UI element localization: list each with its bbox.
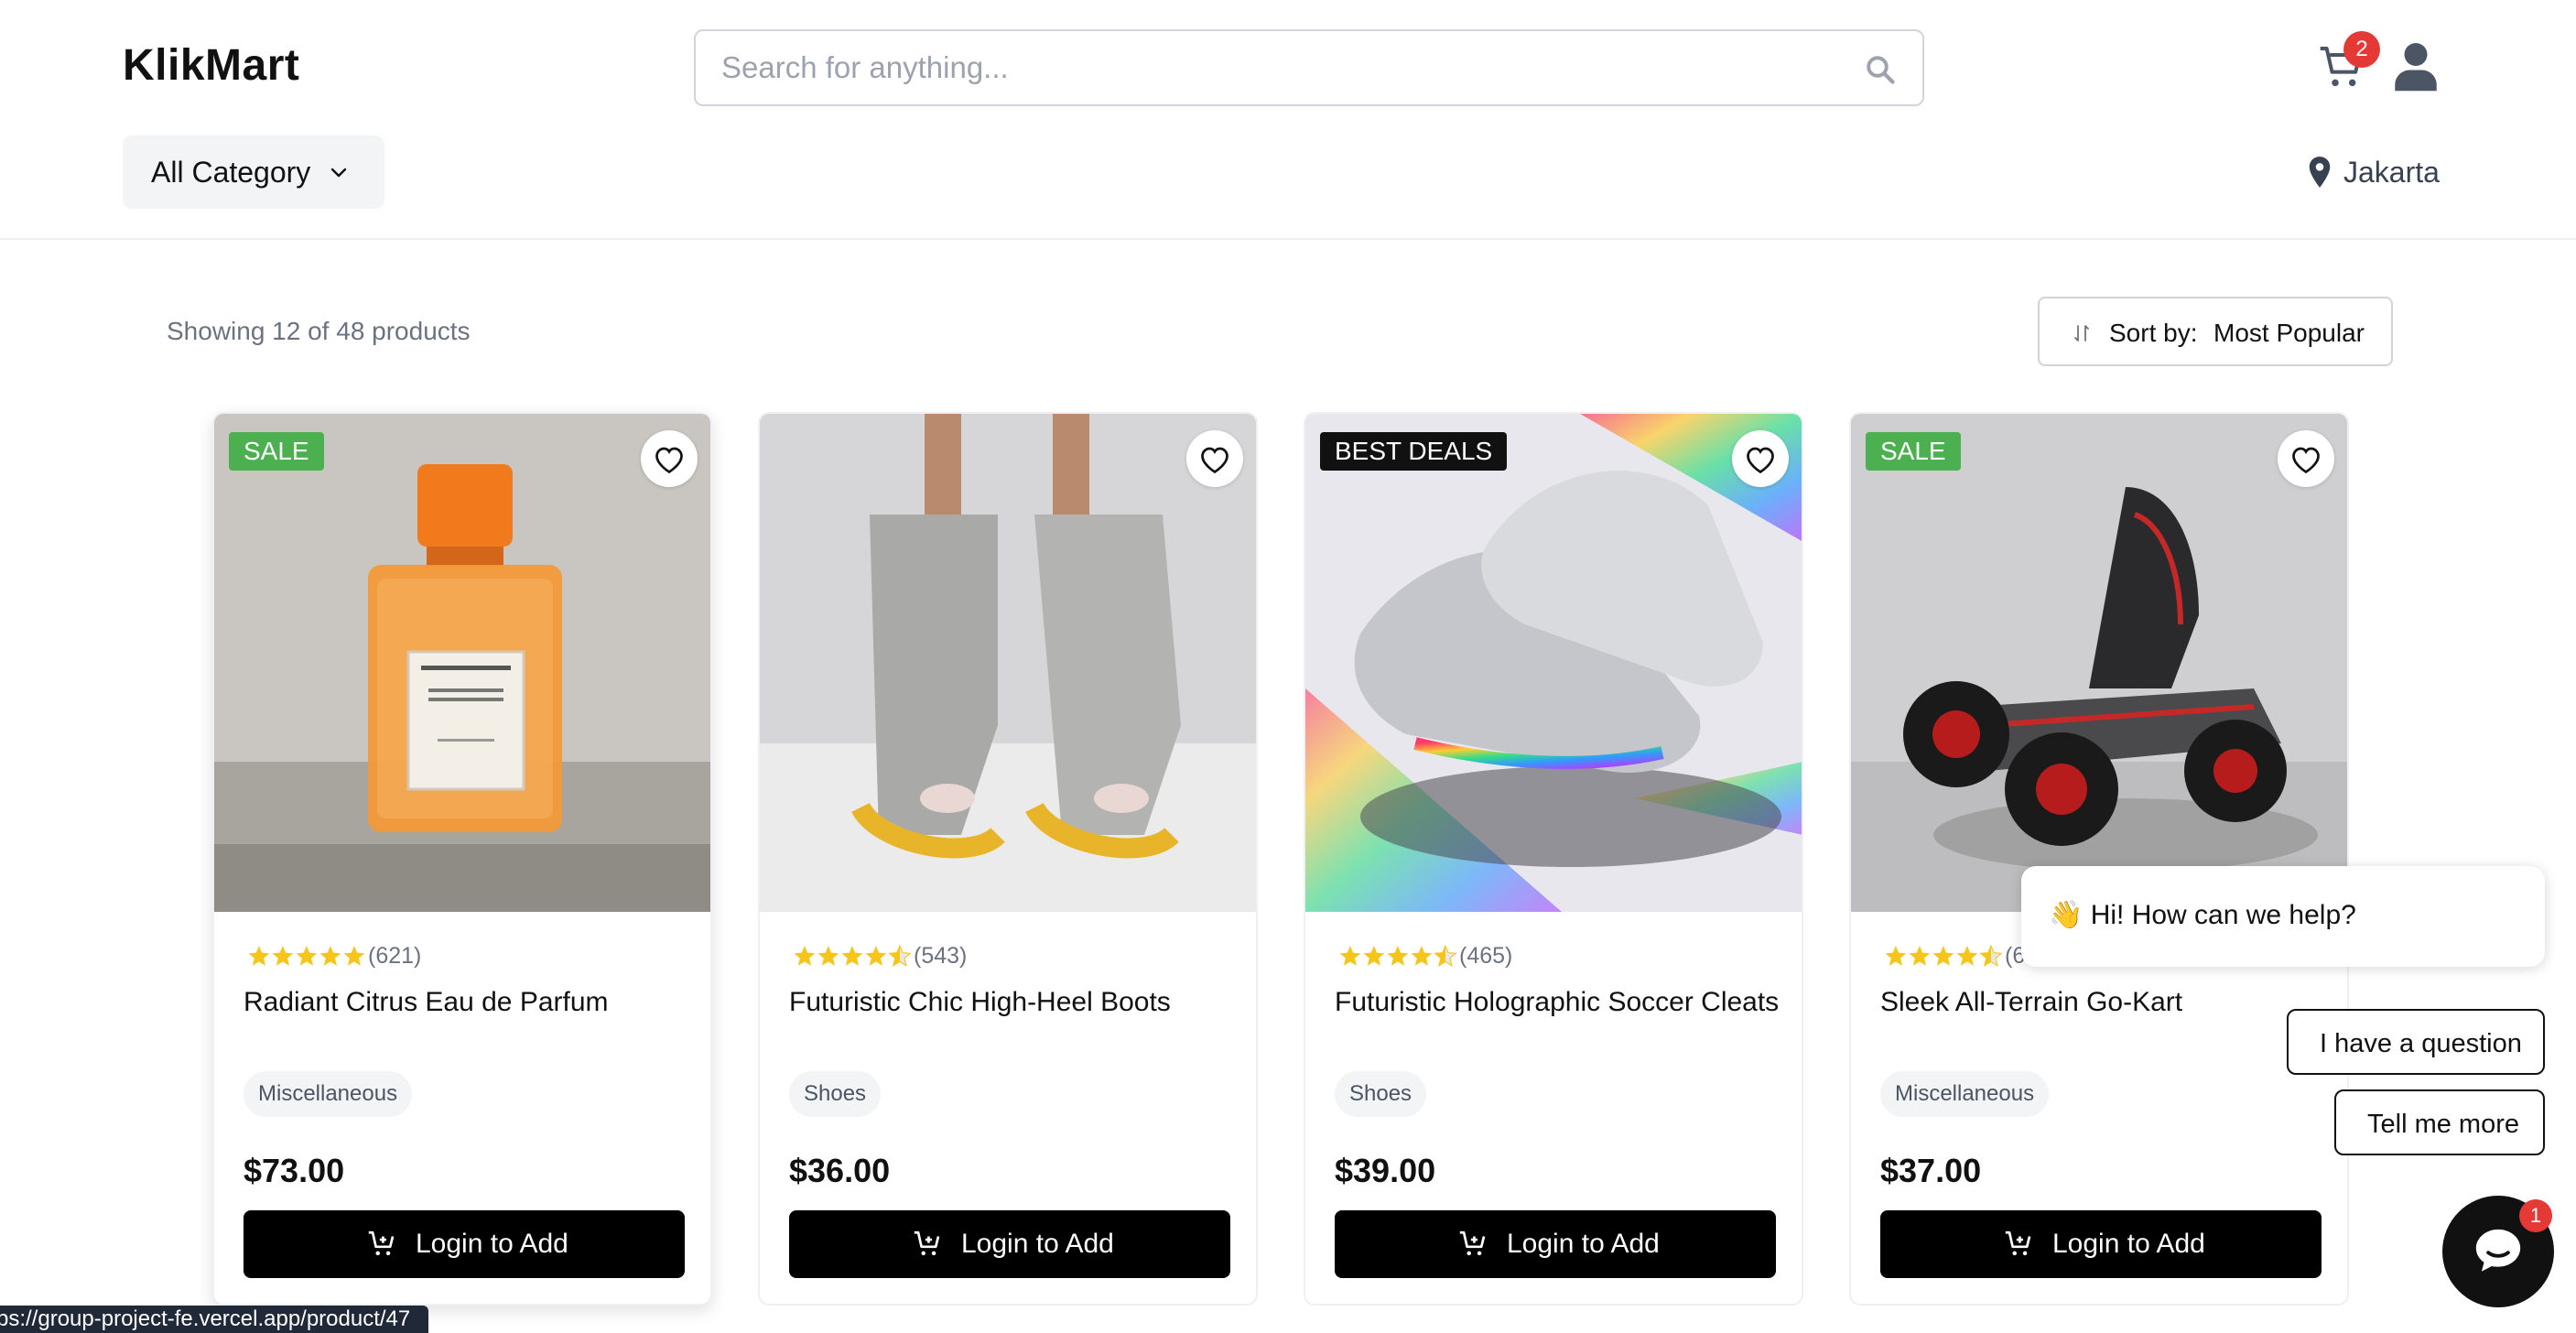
product-name[interactable]: Futuristic Chic High-Heel Boots — [789, 987, 1171, 1018]
product-category-tag: Shoes — [789, 1071, 882, 1117]
wishlist-button[interactable] — [1732, 430, 1789, 487]
location-label: Jakarta — [2343, 156, 2440, 189]
review-count: (465) — [1459, 943, 1513, 969]
login-to-add-button[interactable]: Login to Add — [244, 1210, 685, 1278]
location-pin-icon — [2309, 157, 2331, 188]
product-name[interactable]: Sleek All-Terrain Go-Kart — [1880, 987, 2182, 1018]
product-price: $39.00 — [1335, 1152, 1436, 1189]
product-category-tag: Miscellaneous — [1880, 1071, 2050, 1117]
product-card[interactable]: (543) Futuristic Chic High-Heel Boots Sh… — [758, 412, 1258, 1306]
login-to-add-label: Login to Add — [416, 1229, 568, 1259]
product-price: $37.00 — [1880, 1152, 1982, 1189]
product-image[interactable]: SALE — [1851, 414, 2347, 912]
product-image[interactable]: SALE — [214, 414, 710, 912]
chat-tell-more-button[interactable]: Tell me more — [2334, 1089, 2545, 1155]
product-category-tag: Miscellaneous — [244, 1071, 413, 1117]
best-deals-badge: BEST DEALS — [1320, 432, 1508, 471]
user-icon[interactable] — [2393, 40, 2439, 92]
product-card[interactable]: BEST DEALS (465) Futuristic Holographic … — [1304, 412, 1803, 1306]
chat-question-label: I have a question — [2320, 1029, 2522, 1058]
review-count: (543) — [914, 943, 968, 969]
star-rating-icon — [1885, 945, 2003, 967]
login-to-add-label: Login to Add — [1507, 1229, 1660, 1259]
product-category-tag: Shoes — [1335, 1071, 1427, 1117]
sort-label: Sort by: — [2109, 319, 2198, 347]
product-count-text: Showing 12 of 48 products — [167, 317, 471, 345]
add-to-cart-icon — [368, 1230, 395, 1256]
chat-greeting-bubble: 👋 Hi! How can we help? — [2021, 866, 2545, 967]
login-to-add-label: Login to Add — [2052, 1229, 2205, 1259]
sale-badge: SALE — [229, 432, 324, 471]
category-dropdown[interactable]: All Category — [123, 135, 384, 209]
sale-badge: SALE — [1866, 432, 1961, 471]
product-card[interactable]: SALE (621) Radiant Citrus Eau de Parfum … — [212, 412, 712, 1306]
wishlist-button[interactable] — [1186, 430, 1243, 487]
chat-unread-badge: 1 — [2519, 1199, 2552, 1232]
chat-tell-more-label: Tell me more — [2367, 1110, 2519, 1139]
link-preview-url: ps://group-project-fe.vercel.app/product… — [0, 1306, 411, 1331]
sort-dropdown[interactable]: Sort by: Most Popular — [2038, 297, 2393, 366]
link-preview-status: ps://group-project-fe.vercel.app/product… — [0, 1306, 429, 1333]
chat-greeting-text: 👋 Hi! How can we help? — [2049, 900, 2356, 930]
chat-icon — [2475, 1229, 2521, 1272]
review-count: (621) — [368, 943, 422, 969]
category-dropdown-label: All Category — [151, 156, 311, 189]
product-card[interactable]: SALE (6 Sleek All-Terrain Go-Kart Miscel… — [1849, 412, 2349, 1306]
heart-icon — [1201, 447, 1228, 474]
search-input[interactable] — [721, 31, 1838, 104]
search-icon[interactable] — [1864, 53, 1897, 86]
sort-icon — [2074, 325, 2089, 341]
product-image[interactable] — [760, 414, 1256, 912]
login-to-add-label: Login to Add — [961, 1229, 1114, 1259]
heart-icon — [655, 447, 683, 474]
product-price: $36.00 — [789, 1152, 891, 1189]
login-to-add-button[interactable]: Login to Add — [789, 1210, 1230, 1278]
star-rating-icon — [248, 946, 365, 966]
wishlist-button[interactable] — [641, 430, 698, 487]
cart-count-badge: 2 — [2343, 31, 2380, 68]
add-to-cart-icon — [1459, 1230, 1486, 1256]
search-bar[interactable] — [694, 29, 1924, 106]
heart-icon — [2292, 447, 2320, 474]
heart-icon — [1747, 447, 1774, 474]
product-price: $73.00 — [244, 1152, 345, 1189]
login-to-add-button[interactable]: Login to Add — [1880, 1210, 2322, 1278]
site-logo[interactable]: KlikMart — [123, 40, 299, 91]
product-name[interactable]: Radiant Citrus Eau de Parfum — [244, 987, 609, 1018]
star-rating-icon — [1339, 945, 1457, 967]
wishlist-button[interactable] — [2278, 430, 2334, 487]
product-image[interactable]: BEST DEALS — [1305, 414, 1802, 912]
chat-question-button[interactable]: I have a question — [2287, 1009, 2545, 1075]
chevron-down-icon — [330, 168, 347, 178]
site-header: KlikMart 2 All Category Jakarta — [0, 0, 2576, 240]
add-to-cart-icon — [914, 1230, 940, 1256]
product-name[interactable]: Futuristic Holographic Soccer Cleats — [1335, 987, 1779, 1018]
login-to-add-button[interactable]: Login to Add — [1335, 1210, 1776, 1278]
sort-value: Most Popular — [2213, 319, 2365, 347]
add-to-cart-icon — [2005, 1230, 2031, 1256]
star-rating-icon — [794, 945, 912, 967]
